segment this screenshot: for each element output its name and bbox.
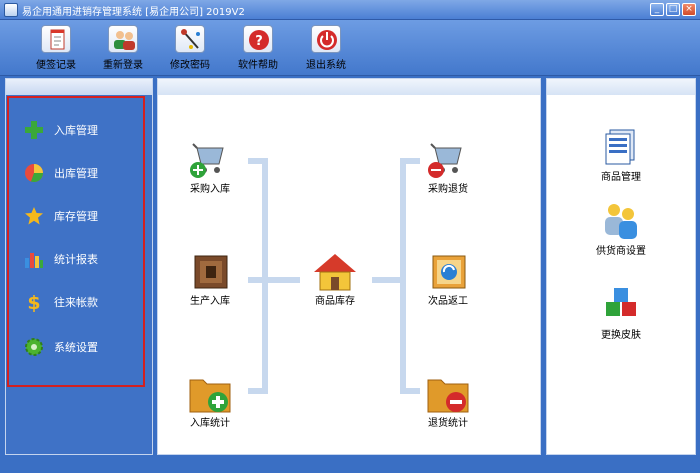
change-password-button[interactable]: 修改密码 (163, 25, 217, 71)
key-icon (175, 25, 205, 53)
gear-icon (24, 337, 44, 357)
nav-item-accounts[interactable]: $ 往来帐款 (20, 290, 140, 314)
stock-in-stats-item[interactable]: 入库统计 (175, 372, 245, 429)
supplier-settings-item[interactable]: 供货商设置 (586, 200, 656, 257)
purchase-in-item[interactable]: 采购入库 (175, 140, 245, 195)
svg-text:$: $ (27, 292, 40, 312)
item-label: 入库统计 (190, 418, 230, 429)
connector (248, 388, 268, 394)
rework-item[interactable]: 次品返工 (413, 252, 483, 307)
stock-item[interactable]: 商品库存 (300, 252, 370, 307)
nav-item-stock-in[interactable]: 入库管理 (20, 118, 140, 142)
window-controls: _ □ × (650, 3, 696, 16)
notepad-icon (41, 25, 71, 53)
folder-plus-icon (187, 372, 233, 414)
nav-item-reports[interactable]: 统计报表 (20, 247, 140, 271)
help-label: 软件帮助 (238, 60, 278, 71)
title-bar: 易企用通用进销存管理系统 [易企用公司] 2019V2 _ □ × (0, 0, 700, 20)
svg-text:?: ? (255, 34, 263, 49)
item-label: 次品返工 (428, 296, 468, 307)
pie-chart-icon (24, 163, 44, 183)
rework-icon (427, 252, 469, 292)
maximize-button[interactable]: □ (666, 3, 680, 16)
notes-button[interactable]: 便签记录 (29, 25, 83, 71)
window-title: 易企用通用进销存管理系统 [易企用公司] 2019V2 (22, 7, 245, 18)
nav-item-label: 统计报表 (54, 253, 98, 266)
close-button[interactable]: × (682, 3, 696, 16)
right-pane-header (547, 79, 695, 95)
item-label: 生产入库 (190, 296, 230, 307)
nav-item-settings[interactable]: 系统设置 (20, 335, 140, 359)
connector (248, 277, 300, 283)
nav-item-stock-out[interactable]: 出库管理 (20, 161, 140, 185)
relogin-button[interactable]: 重新登录 (96, 25, 150, 71)
item-label: 更换皮肤 (601, 330, 641, 341)
item-label: 退货统计 (428, 418, 468, 429)
box-icon (189, 252, 231, 292)
cart-plus-icon (189, 140, 231, 180)
change-skin-item[interactable]: 更换皮肤 (586, 284, 656, 341)
power-icon (311, 25, 341, 53)
item-label: 采购退货 (428, 184, 468, 195)
nav-item-label: 系统设置 (54, 341, 98, 354)
item-label: 商品库存 (315, 296, 355, 307)
exit-button[interactable]: 退出系统 (299, 25, 353, 71)
cubes-icon (600, 284, 642, 326)
minimize-button[interactable]: _ (650, 3, 664, 16)
connector (262, 158, 268, 394)
users-icon (108, 25, 138, 53)
notes-label: 便签记录 (36, 60, 76, 71)
documents-icon (600, 126, 642, 168)
change-password-label: 修改密码 (170, 60, 210, 71)
connector (400, 158, 406, 394)
flow-pane-header (158, 79, 540, 95)
nav-item-label: 往来帐款 (54, 296, 98, 309)
production-in-item[interactable]: 生产入库 (175, 252, 245, 307)
app-icon (4, 3, 18, 17)
exit-label: 退出系统 (306, 60, 346, 71)
cart-minus-icon (427, 140, 469, 180)
relogin-label: 重新登录 (103, 60, 143, 71)
return-stats-item[interactable]: 退货统计 (413, 372, 483, 429)
house-icon (312, 252, 358, 292)
green-plus-icon (24, 120, 44, 140)
star-icon (24, 206, 44, 226)
purchase-return-item[interactable]: 采购退货 (413, 140, 483, 195)
product-management-item[interactable]: 商品管理 (586, 126, 656, 183)
item-label: 商品管理 (601, 172, 641, 183)
help-icon: ? (243, 25, 273, 53)
nav-item-label: 库存管理 (54, 210, 98, 223)
toolbar: 便签记录 重新登录 修改密码 ? 软件帮助 退出系统 (0, 20, 700, 76)
dollar-icon: $ (24, 292, 44, 314)
left-pane-header (6, 79, 152, 95)
supplier-icon (600, 200, 642, 242)
item-label: 供货商设置 (596, 246, 646, 257)
bar-chart-icon (24, 249, 44, 269)
nav-item-label: 入库管理 (54, 124, 98, 137)
item-label: 采购入库 (190, 184, 230, 195)
help-button[interactable]: ? 软件帮助 (231, 25, 285, 71)
nav-item-label: 出库管理 (54, 167, 98, 180)
folder-minus-icon (425, 372, 471, 414)
nav-item-inventory[interactable]: 库存管理 (20, 204, 140, 228)
